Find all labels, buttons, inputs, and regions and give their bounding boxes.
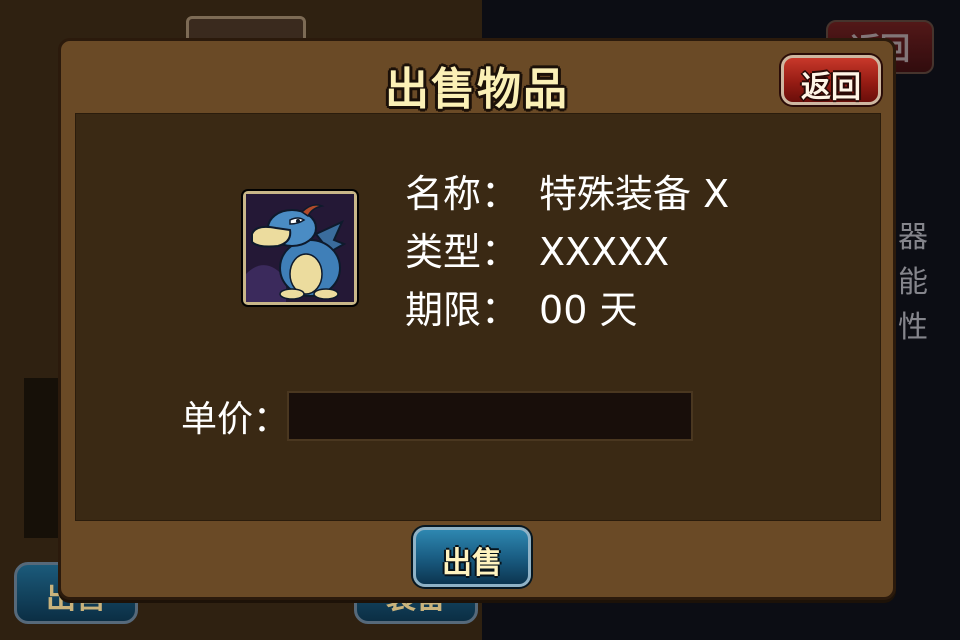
return-button[interactable]: 返回 bbox=[781, 55, 881, 105]
price-input[interactable] bbox=[287, 391, 693, 441]
background-side-text-line: 器 bbox=[898, 220, 928, 255]
return-button-label: 返回 bbox=[801, 70, 861, 105]
background-side-text-line: 性 bbox=[898, 310, 928, 345]
item-duration-row: 期限： 00 天 bbox=[405, 281, 729, 339]
sell-item-dialog: 出售物品 返回 名称： 特殊装备 X 类型： XXXXX 期限： 00 天 单价… bbox=[58, 38, 896, 600]
item-name-value: 特殊装备 X bbox=[539, 172, 730, 216]
dialog-content: 名称： 特殊装备 X 类型： XXXXX 期限： 00 天 单价： bbox=[75, 113, 881, 521]
item-type-row: 类型： XXXXX bbox=[405, 223, 729, 281]
item-duration-value: 00 天 bbox=[539, 288, 638, 332]
background-side-text: 器 能 性 bbox=[898, 215, 928, 350]
item-type-label: 类型： bbox=[405, 230, 520, 274]
item-type-value: XXXXX bbox=[539, 230, 670, 274]
item-icon-frame bbox=[243, 191, 357, 305]
item-name-label: 名称： bbox=[405, 172, 520, 216]
background-side-text-line: 能 bbox=[898, 265, 928, 300]
item-name-row: 名称： 特殊装备 X bbox=[405, 165, 729, 223]
sell-button[interactable]: 出售 bbox=[413, 527, 531, 587]
dialog-title: 出售物品 bbox=[385, 64, 569, 115]
sell-button-label: 出售 bbox=[442, 546, 502, 581]
price-label: 单价： bbox=[181, 399, 290, 440]
item-duration-label: 期限： bbox=[405, 288, 520, 332]
blue-dragon-icon bbox=[246, 194, 354, 302]
item-info: 名称： 特殊装备 X 类型： XXXXX 期限： 00 天 bbox=[405, 165, 729, 339]
